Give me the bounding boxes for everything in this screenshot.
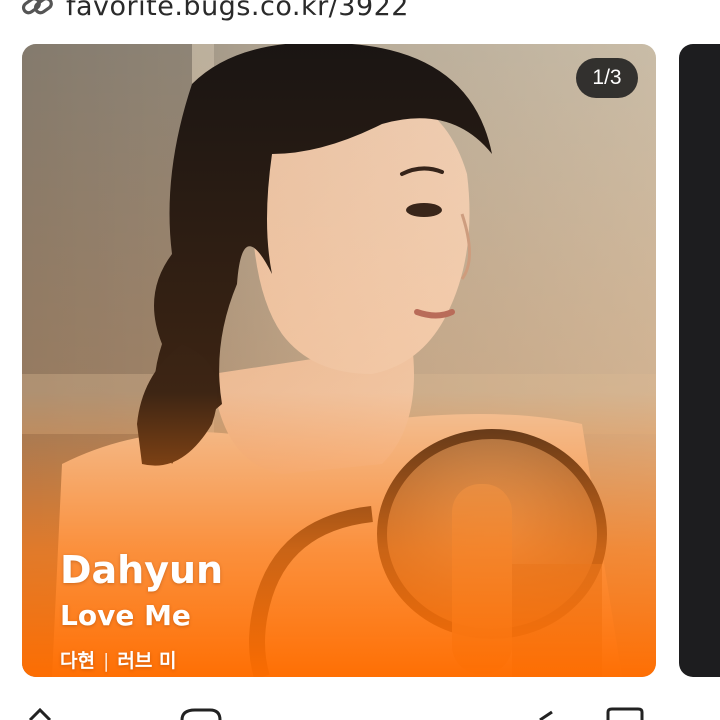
comment-icon[interactable] [180,708,222,720]
bookmark-icon[interactable] [606,707,644,720]
card-caption: Dahyun Love Me 다현 | 러브 미 [60,547,223,677]
share-icon[interactable] [539,710,553,720]
song-title: Love Me [60,599,191,632]
music-card[interactable]: 1/3 Dahyun Love Me 다현 | 러브 미 [22,44,656,677]
image-counter-badge: 1/3 [576,58,638,98]
like-icon[interactable] [28,707,52,720]
artist-name: Dahyun [60,548,224,592]
korean-credit: 다현 | 러브 미 [60,649,223,673]
korean-song: 러브 미 [117,650,177,672]
link-url[interactable]: favorite.bugs.co.kr/3922 [66,0,409,22]
korean-artist: 다현 [60,650,95,672]
bottom-action-bar [28,707,644,720]
next-card-preview[interactable] [679,44,720,677]
link-row[interactable]: favorite.bugs.co.kr/3922 [20,0,409,26]
link-icon [20,0,56,20]
separator: | [102,650,110,672]
